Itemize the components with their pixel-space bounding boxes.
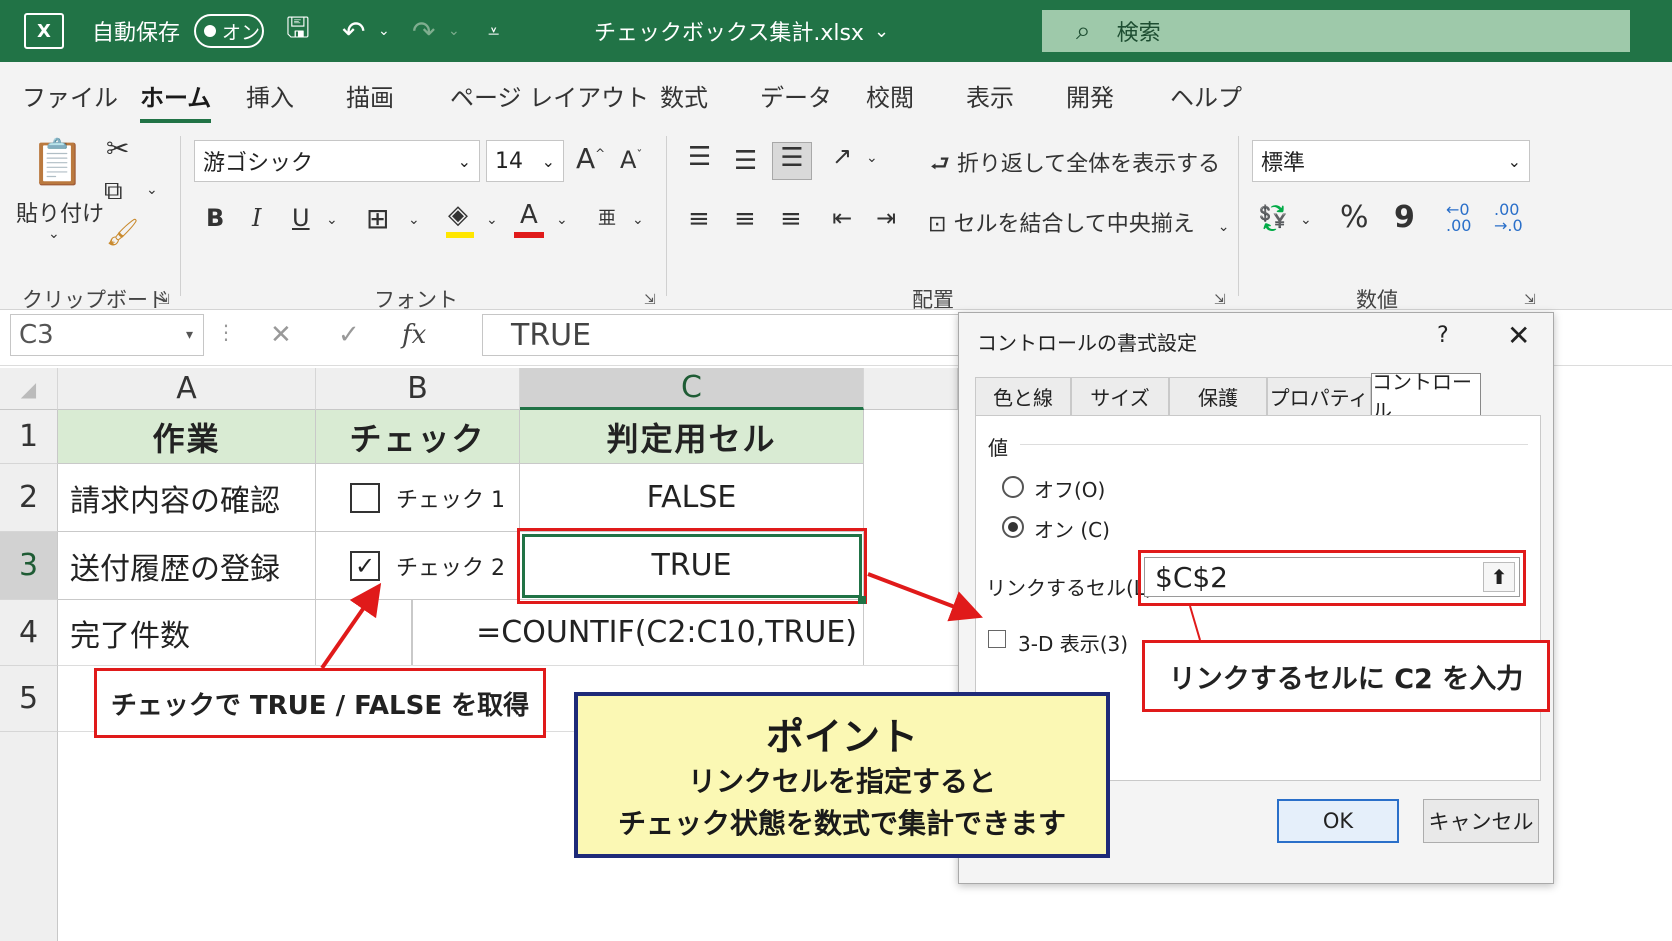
connector-link-callout: [1189, 605, 1201, 641]
point-title: ポイント: [765, 715, 918, 759]
arrow-to-dialog: [867, 572, 983, 622]
link-cell-callout: リンクするセルに C2 を入力: [1142, 640, 1550, 712]
arrow-to-checkbox: [320, 582, 382, 670]
checkbox-callout: チェックで TRUE / FALSE を取得: [94, 668, 546, 738]
point-box: ポイント リンクセルを指定すると チェック状態を数式で集計できます: [574, 692, 1110, 858]
point-line-1: リンクセルを指定すると: [687, 765, 996, 798]
point-line-2: チェック状態を数式で集計できます: [617, 807, 1066, 840]
